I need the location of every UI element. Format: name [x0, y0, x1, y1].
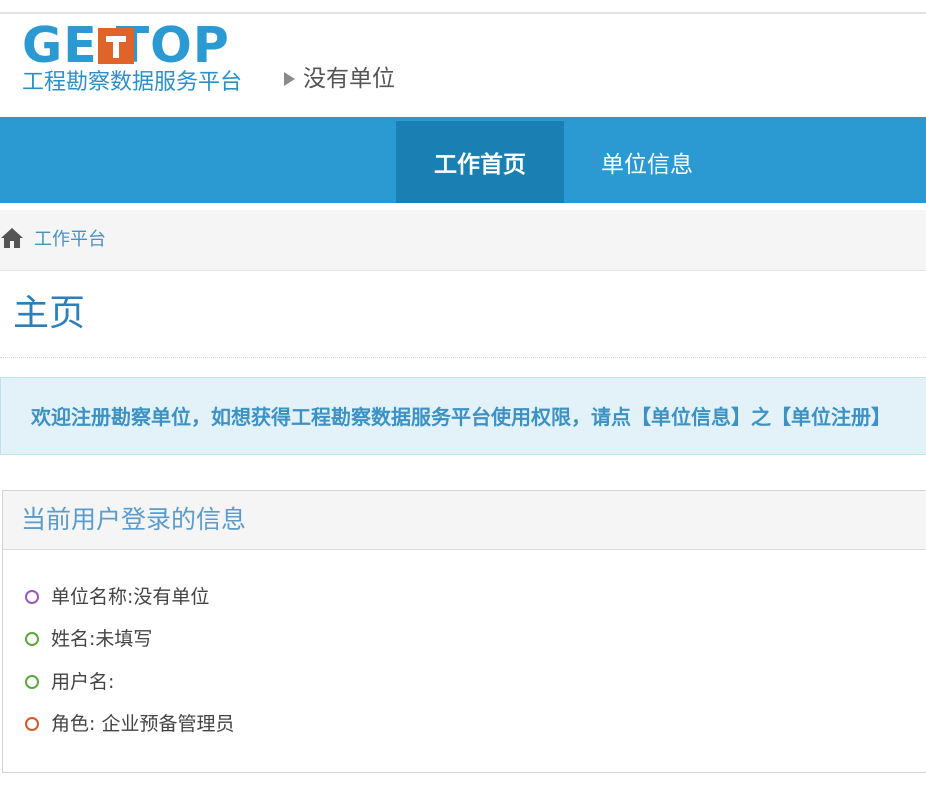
main-nav: 工作首页 单位信息 [0, 117, 926, 203]
logo-badge-icon [98, 28, 134, 64]
page-title: 主页 [13, 293, 86, 334]
info-text: 角色: 企业预备管理员 [51, 713, 235, 735]
nav-item-home[interactable]: 工作首页 [396, 121, 564, 203]
info-text: 姓名:未填写 [51, 628, 153, 650]
panel-title: 当前用户登录的信息 [21, 505, 247, 534]
nav-item-label: 单位信息 [601, 152, 693, 178]
panel-header: 当前用户登录的信息 [3, 491, 926, 550]
circle-bullet-icon [25, 675, 39, 689]
org-name: 没有单位 [303, 66, 395, 92]
breadcrumb: 工作平台 [0, 210, 926, 271]
info-row-org: 单位名称:没有单位 [25, 584, 209, 610]
circle-bullet-icon [25, 717, 39, 731]
nav-item-label: 工作首页 [434, 152, 526, 178]
info-row-username: 用户名: [25, 669, 114, 695]
welcome-alert: 欢迎注册勘察单位，如想获得工程勘察数据服务平台使用权限，请点【单位信息】之【单位… [0, 377, 926, 455]
nav-item-org-info[interactable]: 单位信息 [564, 121, 730, 203]
circle-bullet-icon [25, 632, 39, 646]
home-icon[interactable] [0, 226, 24, 250]
user-info-panel: 当前用户登录的信息 单位名称:没有单位 姓名:未填写 用户名: 角色: 企业预备… [2, 490, 926, 773]
info-text: 用户名: [51, 671, 115, 693]
alert-text: 欢迎注册勘察单位，如想获得工程勘察数据服务平台使用权限，请点【单位信息】之【单位… [31, 405, 891, 429]
logo[interactable]: GE TOP 工程勘察数据服务平台 [20, 21, 270, 98]
info-text: 单位名称:没有单位 [51, 586, 210, 608]
title-divider [0, 357, 926, 358]
circle-bullet-icon [25, 590, 39, 604]
breadcrumb-link-workspace[interactable]: 工作平台 [34, 228, 106, 252]
logo-subtitle: 工程勘察数据服务平台 [22, 70, 243, 95]
triangle-right-icon [284, 72, 295, 86]
info-row-name: 姓名:未填写 [25, 626, 152, 652]
info-row-role: 角色: 企业预备管理员 [25, 711, 234, 737]
